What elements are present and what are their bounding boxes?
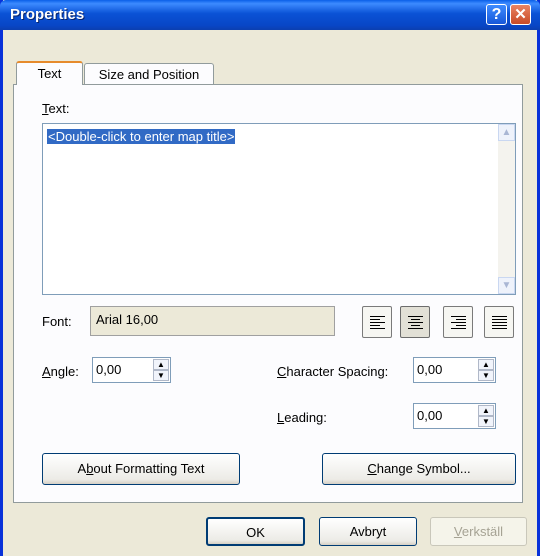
tab-size-and-position-label: Size and Position: [98, 67, 200, 82]
leading-value[interactable]: 0,00: [417, 408, 442, 423]
text-content[interactable]: <Double-click to enter map title>: [47, 129, 236, 144]
align-justify-icon: [492, 316, 507, 331]
ok-button[interactable]: OK: [206, 517, 305, 546]
character-spacing-spinner[interactable]: 0,00 ▲ ▼: [413, 357, 496, 383]
tab-text[interactable]: Text: [16, 61, 83, 85]
tab-text-label: Text: [37, 66, 62, 81]
vertical-scrollbar[interactable]: ▲ ▼: [498, 124, 515, 294]
angle-spinner[interactable]: 0,00 ▲ ▼: [92, 357, 171, 383]
spin-down-icon[interactable]: ▼: [478, 370, 494, 381]
apply-button[interactable]: Verkställ: [430, 517, 527, 546]
font-label: Font:: [42, 314, 72, 329]
spin-down-icon[interactable]: ▼: [478, 416, 494, 427]
help-button[interactable]: ?: [486, 4, 507, 25]
text-label: Text:: [42, 101, 70, 116]
close-button[interactable]: ✕: [510, 4, 531, 25]
angle-value[interactable]: 0,00: [96, 362, 121, 377]
leading-spinner[interactable]: 0,00 ▲ ▼: [413, 403, 496, 429]
align-right-button[interactable]: [443, 306, 473, 338]
change-symbol-button[interactable]: Change Symbol...: [322, 453, 516, 485]
tab-size-and-position[interactable]: Size and Position: [84, 63, 214, 85]
align-right-icon: [451, 316, 466, 331]
spin-up-icon[interactable]: ▲: [478, 359, 494, 370]
align-left-icon: [370, 316, 385, 331]
window-title: Properties: [10, 6, 85, 23]
spin-down-icon[interactable]: ▼: [153, 370, 169, 381]
scroll-up-icon[interactable]: ▲: [498, 124, 515, 141]
align-center-button[interactable]: [400, 306, 430, 338]
title-bar[interactable]: Properties ? ✕: [0, 0, 540, 30]
angle-label: Angle:: [42, 364, 79, 379]
character-spacing-label: Character Spacing:: [277, 364, 389, 379]
about-formatting-text-button[interactable]: About Formatting Text: [42, 453, 240, 485]
align-center-icon: [408, 316, 423, 331]
spin-up-icon[interactable]: ▲: [153, 359, 169, 370]
font-field: Arial 16,00: [90, 306, 335, 336]
cancel-button[interactable]: Avbryt: [319, 517, 417, 546]
align-left-button[interactable]: [362, 306, 392, 338]
scroll-down-icon[interactable]: ▼: [498, 277, 515, 294]
character-spacing-value[interactable]: 0,00: [417, 362, 442, 377]
spin-up-icon[interactable]: ▲: [478, 405, 494, 416]
leading-label: Leading:: [277, 410, 327, 425]
align-justify-button[interactable]: [484, 306, 514, 338]
text-editor[interactable]: <Double-click to enter map title> ▲ ▼: [42, 123, 516, 295]
font-value: Arial 16,00: [96, 312, 159, 327]
